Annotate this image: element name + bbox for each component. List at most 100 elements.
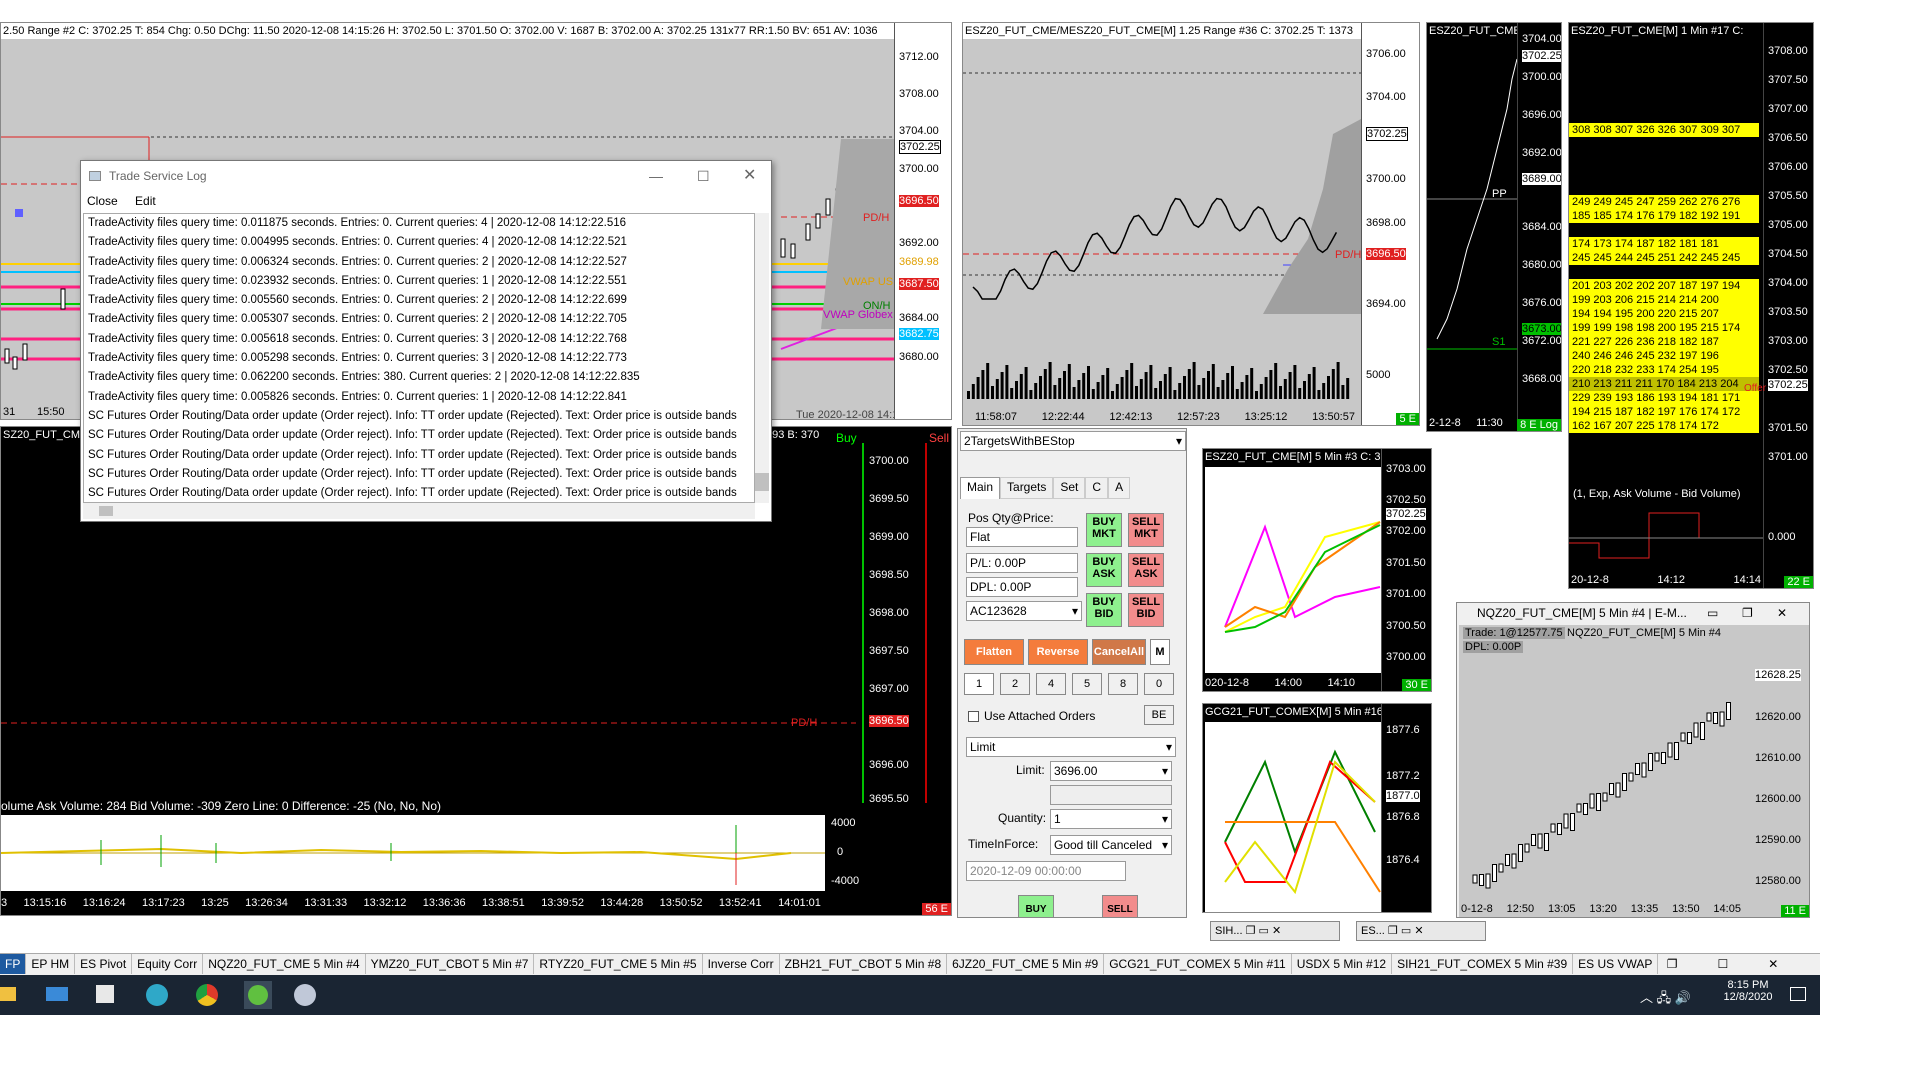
tab-set[interactable]: Set	[1053, 477, 1086, 499]
buy-bid-button[interactable]: BUY BID	[1086, 593, 1122, 627]
chart-es-1min-dom[interactable]: ESZ20_FUT_CME[M] 1 Min #17 C: 308 308 30…	[1568, 22, 1814, 589]
log-line[interactable]: TradeActivity files query time: 0.062200…	[84, 368, 754, 387]
chart-tab[interactable]: RTYZ20_FUT_CME 5 Min #5	[534, 954, 703, 974]
log-line[interactable]: TradeActivity files query time: 0.005618…	[84, 330, 754, 349]
maximize-icon[interactable]: ▭	[1259, 925, 1269, 937]
horizontal-scrollbar[interactable]	[83, 503, 755, 519]
buy-ask-button[interactable]: BUY ASK	[1086, 553, 1122, 587]
trade-service-log-window[interactable]: Trade Service Log — ☐ ✕ Close Edit Trade…	[80, 160, 772, 522]
chrome-icon[interactable]	[196, 984, 218, 1006]
trade-window[interactable]: 2TargetsWithBEStop ▾ Main Targets Set C A…	[957, 428, 1187, 918]
chart-gc-5min[interactable]: GCG21_FUT_COMEX[M] 5 Min #16 1877.6 1877…	[1202, 703, 1432, 913]
log-line[interactable]: TradeActivity files query time: 0.006324…	[84, 253, 754, 272]
title-bar[interactable]: NQZ20_FUT_CME[M] 5 Min #4 | E-M... ▭ ❐ ✕	[1457, 603, 1809, 623]
log-line[interactable]: TradeActivity files query time: 0.004995…	[84, 233, 754, 252]
notification-icon[interactable]	[1790, 987, 1806, 1001]
log-line[interactable]: TradeActivity files query time: 0.005307…	[84, 310, 754, 329]
chart-plot[interactable]	[1459, 655, 1749, 895]
qty-4-button[interactable]: 4	[1036, 673, 1066, 695]
close-icon[interactable]: ✕	[1763, 954, 1783, 974]
edge-icon[interactable]	[146, 984, 168, 1006]
log-line[interactable]: TradeActivity files query time: 0.005826…	[84, 388, 754, 407]
buy-market-button[interactable]: BUY MKT	[1086, 513, 1122, 547]
log-list[interactable]: TradeActivity files query time: 0.011875…	[83, 213, 755, 503]
close-icon[interactable]: ✕	[1777, 603, 1787, 623]
log-line[interactable]: TradeActivity files query time: 0.005560…	[84, 291, 754, 310]
log-line[interactable]: TradeActivity files query time: 0.005298…	[84, 349, 754, 368]
maximize-icon[interactable]: ☐	[1713, 954, 1734, 974]
chart-plot[interactable]	[1205, 722, 1381, 912]
log-line[interactable]: TradeActivity files query time: 0.023932…	[84, 272, 754, 291]
log-line[interactable]: SC Futures Order Routing/Data order upda…	[84, 407, 754, 426]
buy-button[interactable]: BUY	[1018, 895, 1054, 917]
chart-tab[interactable]: USDX 5 Min #12	[1292, 954, 1393, 974]
chart-tab[interactable]: YMZ20_FUT_CBOT 5 Min #7	[366, 954, 535, 974]
restore-icon[interactable]: ❐	[1246, 925, 1256, 937]
close-icon[interactable]: ✕	[1414, 925, 1423, 937]
log-line[interactable]: SC Futures Order Routing/Data order upda…	[84, 446, 754, 465]
sell-button[interactable]: SELL	[1102, 895, 1138, 917]
chart-tab[interactable]: GCG21_FUT_COMEX 5 Min #11	[1104, 954, 1292, 974]
title-bar[interactable]: Trade Service Log — ☐ ✕	[81, 161, 771, 191]
reverse-button[interactable]: Reverse	[1028, 639, 1088, 665]
flatten-button[interactable]: Flatten	[964, 639, 1024, 665]
mini-window-es[interactable]: ES... ❐ ▭ ✕	[1356, 921, 1486, 941]
tab-a[interactable]: A	[1108, 477, 1131, 499]
account-select[interactable]: AC123628 ▾	[966, 601, 1082, 621]
restore-icon[interactable]: ❐	[1388, 925, 1398, 937]
chart-plot[interactable]	[1205, 467, 1381, 673]
restore-icon[interactable]: ❐	[1742, 603, 1753, 623]
tab-c[interactable]: C	[1085, 477, 1109, 499]
vertical-scrollbar[interactable]	[755, 213, 769, 503]
log-line[interactable]: SC Futures Order Routing/Data order upda…	[84, 465, 754, 484]
maximize-icon[interactable]: ☐	[697, 161, 710, 191]
qty-0-button[interactable]: 0	[1144, 673, 1174, 695]
chart-es-mes-range[interactable]: ESZ20_FUT_CME/MESZ20_FUT_CME[M] 1.25 Ran…	[962, 22, 1420, 426]
log-line[interactable]: TradeActivity files query time: 0.011875…	[84, 214, 754, 233]
restore-icon[interactable]: ❐	[1662, 954, 1683, 974]
tray-icons[interactable]: ︿ 🖧 🔊	[1640, 987, 1691, 1011]
qty-2-button[interactable]: 2	[1000, 673, 1030, 695]
chart-tab[interactable]: Equity Corr	[132, 954, 204, 974]
chart-es-5min[interactable]: ESZ20_FUT_CME[M] 5 Min #3 C: 370 3703.00…	[1202, 448, 1432, 692]
chart-nq-5min-window[interactable]: NQZ20_FUT_CME[M] 5 Min #4 | E-M... ▭ ❐ ✕…	[1456, 602, 1810, 918]
log-line[interactable]: SC Futures Order Routing/Data order upda…	[84, 484, 754, 502]
chart-plot[interactable]	[963, 39, 1361, 426]
chart-tab[interactable]: Inverse Corr	[703, 954, 780, 974]
mail-icon[interactable]	[46, 987, 68, 1001]
store-icon[interactable]	[96, 985, 114, 1003]
chart-tab[interactable]: ZBH21_FUT_CBOT 5 Min #8	[780, 954, 948, 974]
secondary-price-input[interactable]	[1050, 785, 1172, 805]
chart-area[interactable]: Trade: 1@12577.75 NQZ20_FUT_CME[M] 5 Min…	[1459, 625, 1809, 917]
tab-targets[interactable]: Targets	[1000, 477, 1054, 499]
sell-ask-button[interactable]: SELL ASK	[1128, 553, 1164, 587]
chart-tab[interactable]: NQZ20_FUT_CME 5 Min #4	[203, 954, 366, 974]
minimize-icon[interactable]: —	[649, 161, 663, 191]
chart-tab[interactable]: FP	[0, 954, 27, 974]
quantity-input[interactable]: 1 ▾	[1050, 809, 1172, 829]
chart-tab[interactable]: EP HM	[26, 954, 76, 974]
chart-tab[interactable]: ES Pivot	[75, 954, 133, 974]
sell-market-button[interactable]: SELL MKT	[1128, 513, 1164, 547]
cancel-all-button[interactable]: CancelAll	[1092, 639, 1146, 665]
tif-select[interactable]: Good till Canceled ▾	[1050, 835, 1172, 855]
log-line[interactable]: SC Futures Order Routing/Data order upda…	[84, 426, 754, 445]
chart-plot[interactable]: PP S1	[1427, 39, 1519, 413]
chart-tab[interactable]: 6JZ20_FUT_CME 5 Min #9	[947, 954, 1105, 974]
qty-1-button[interactable]: 1	[964, 673, 994, 695]
folder-icon[interactable]	[0, 987, 16, 1001]
qty-8-button[interactable]: 8	[1108, 673, 1138, 695]
be-button[interactable]: BE	[1144, 705, 1174, 725]
order-type-select[interactable]: Limit ▾	[966, 737, 1176, 757]
menu-edit[interactable]: Edit	[135, 194, 156, 208]
close-icon[interactable]: ✕	[743, 161, 756, 191]
maximize-icon[interactable]: ▭	[1401, 925, 1411, 937]
attached-orders-checkbox[interactable]	[968, 711, 979, 722]
chart-es-narrow[interactable]: ESZ20_FUT_CME PP S1 3704.00 3702.25 3700…	[1426, 22, 1562, 432]
sell-bid-button[interactable]: SELL BID	[1128, 593, 1164, 627]
mini-window-sih[interactable]: SIH... ❐ ▭ ✕	[1210, 921, 1340, 941]
strategy-select[interactable]: 2TargetsWithBEStop ▾	[960, 431, 1186, 451]
expiry-date-input[interactable]: 2020-12-09 00:00:00	[966, 861, 1126, 881]
tab-main[interactable]: Main	[960, 477, 1001, 499]
chart-tab[interactable]: SIH21_FUT_COMEX 5 Min #39	[1392, 954, 1574, 974]
